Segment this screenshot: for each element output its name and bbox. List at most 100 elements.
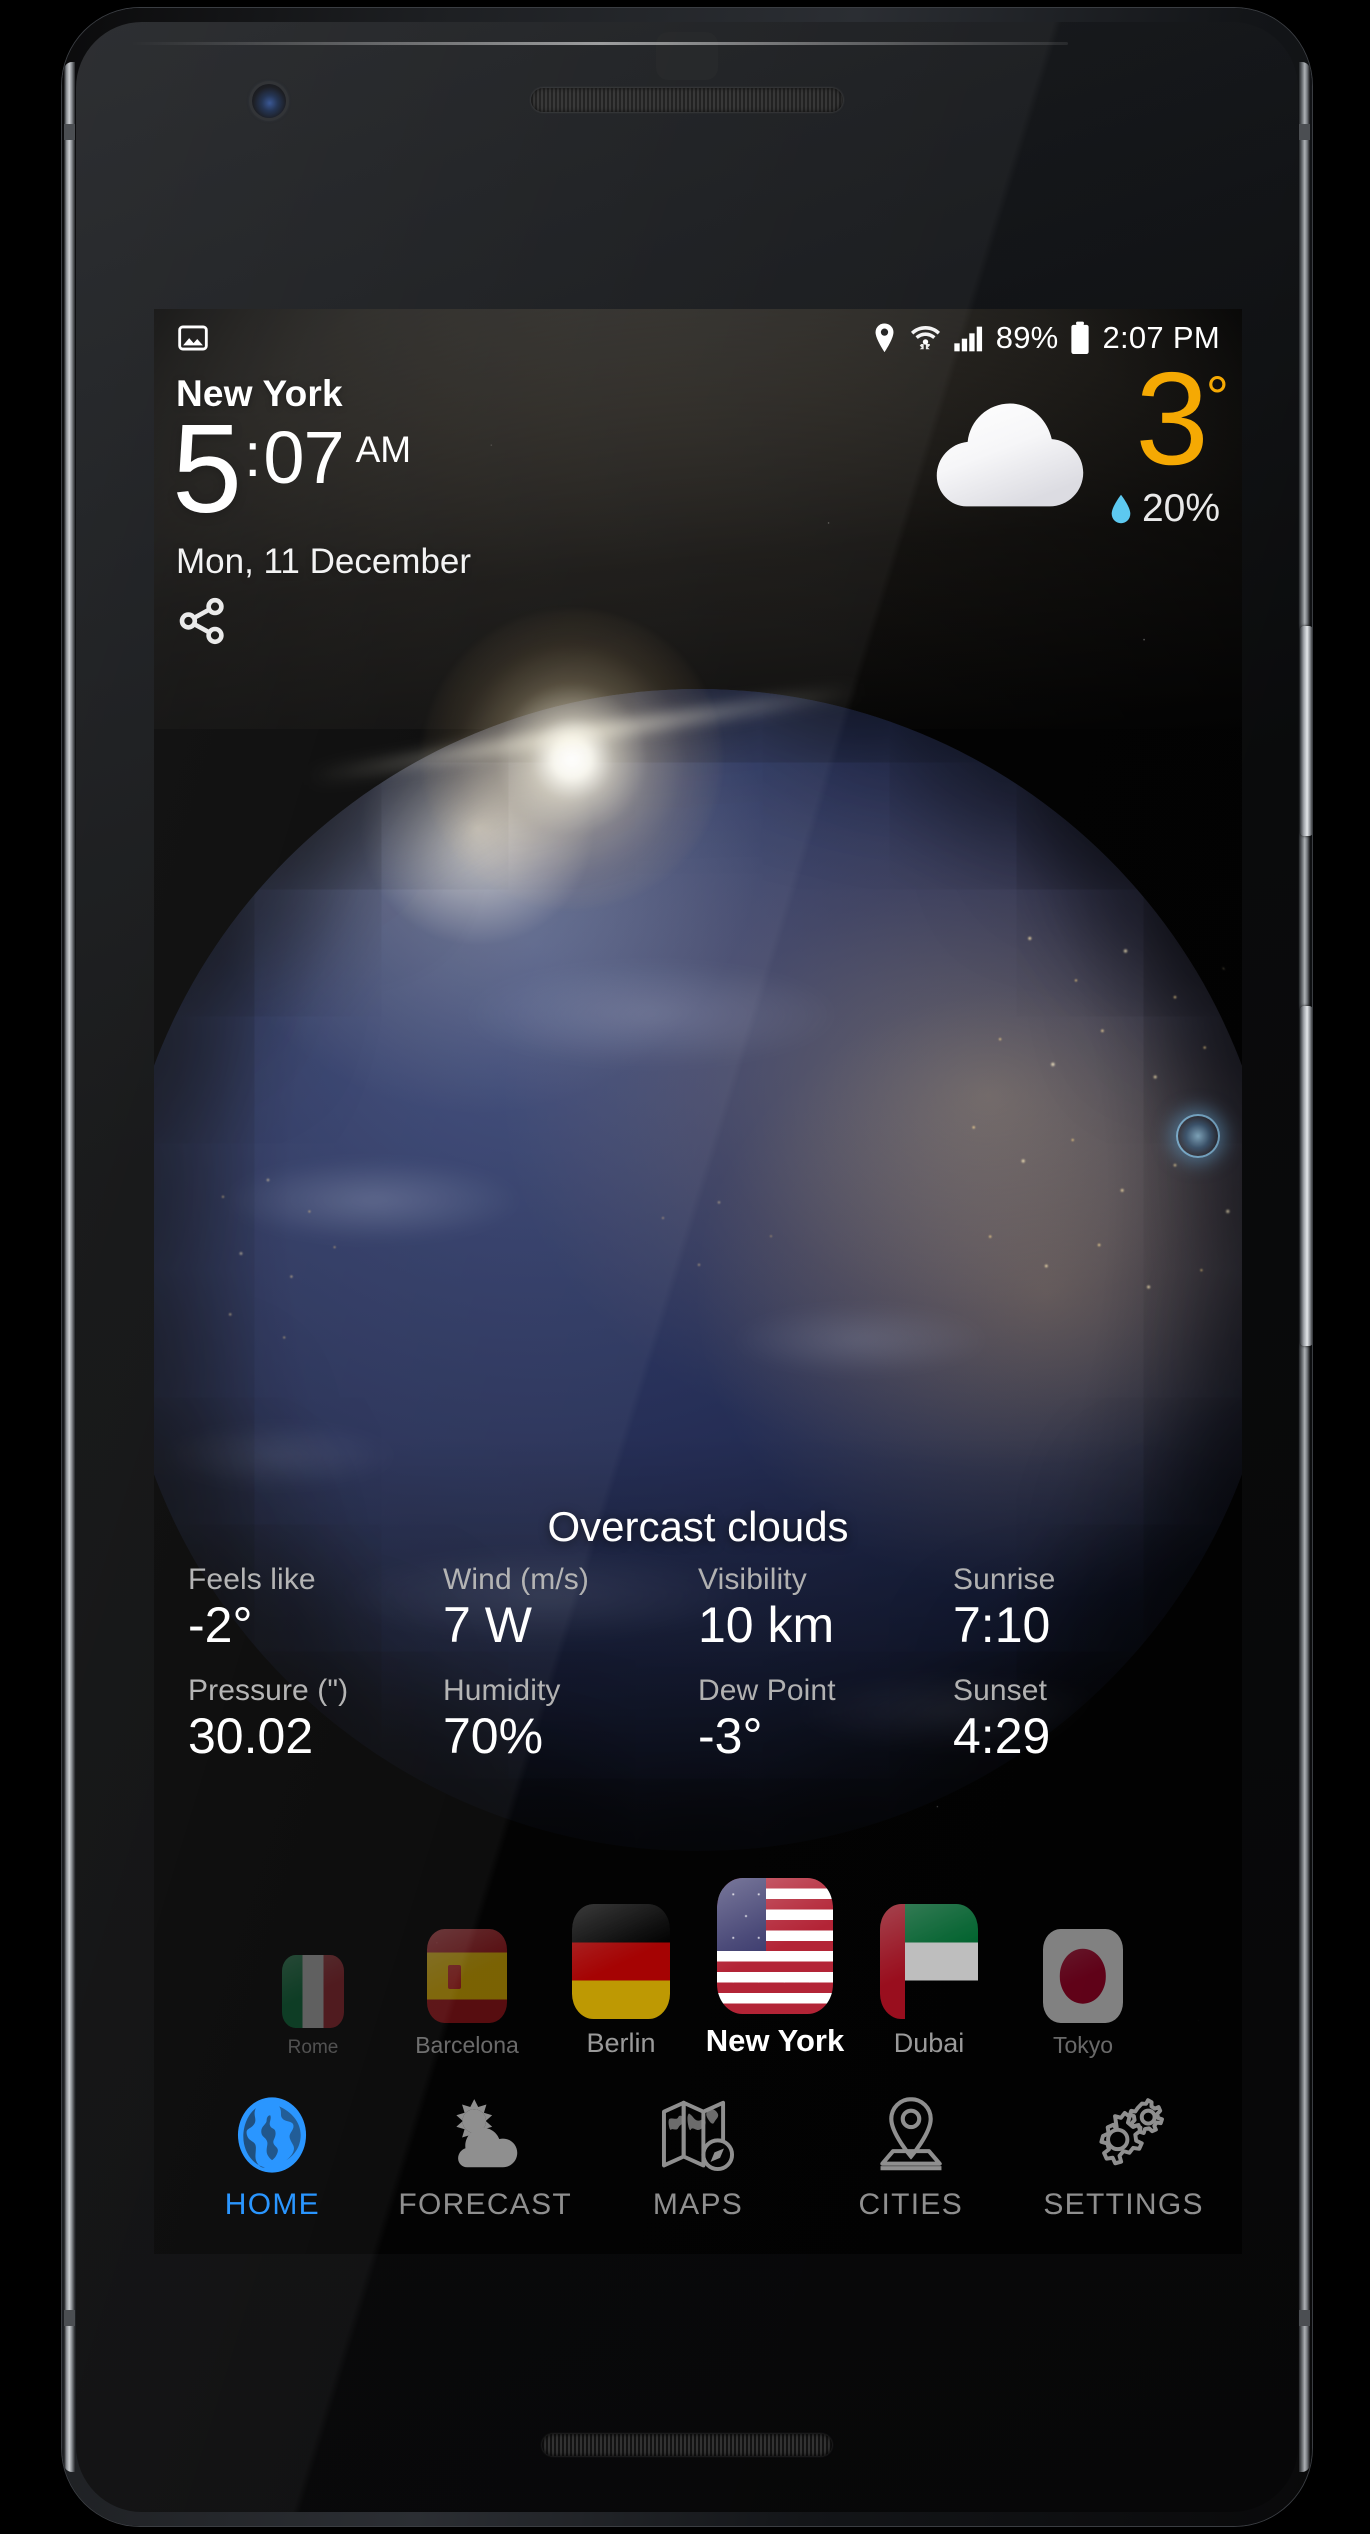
detail-value: 4:29 (953, 1708, 1051, 1764)
detail-cell: Visibility 10 km (698, 1563, 953, 1652)
nav-item-home[interactable]: HOME (182, 2092, 362, 2222)
gears-icon (1081, 2092, 1167, 2178)
detail-cell: Sunrise 7:10 (953, 1563, 1208, 1652)
temperature-number: 3 (1135, 345, 1208, 492)
notification-area (176, 321, 871, 355)
antenna-band (64, 124, 75, 140)
antenna-band (1299, 124, 1310, 140)
weather-details-grid: Feels like -2° Wind (m/s) 7 W Visibility 10 k… (154, 1563, 1242, 1763)
bottom-speaker (542, 2434, 832, 2456)
city-item-dubai[interactable]: Dubai (854, 1904, 1004, 2059)
water-drop-icon (1109, 493, 1133, 525)
city-label: Rome (287, 2037, 339, 2058)
detail-value: -3° (698, 1708, 763, 1764)
detail-value: 70% (443, 1708, 544, 1764)
precipitation-row: 20% (1109, 487, 1226, 531)
precipitation-value: 20% (1141, 487, 1220, 531)
globe-icon (229, 2092, 315, 2178)
share-icon[interactable] (176, 595, 228, 647)
current-weather: 3 ° 20% (915, 345, 1229, 531)
wifi-icon (909, 322, 942, 354)
japan-flag (1043, 1929, 1123, 2023)
map-pin-icon (868, 2092, 954, 2178)
clock-minute: 07 (263, 416, 344, 499)
city-item-rome[interactable]: Rome (238, 1955, 388, 2059)
detail-label: Pressure (") (188, 1674, 349, 1707)
proximity-sensor (656, 32, 718, 80)
nav-label: HOME (224, 2187, 320, 2221)
phone-device: 89% 2:07 PM New York 5 : 07 AM Mon, 11 D… (62, 8, 1312, 2526)
temperature-block: 3 ° 20% (1109, 345, 1229, 531)
detail-value: 7:10 (953, 1597, 1051, 1653)
nav-item-maps[interactable]: MAPS (608, 2092, 788, 2222)
big-clock: 5 : 07 AM (172, 398, 412, 539)
phone-glass-front: 89% 2:07 PM New York 5 : 07 AM Mon, 11 D… (76, 22, 1298, 2512)
city-item-tokyo[interactable]: Tokyo (1008, 1929, 1158, 2059)
detail-label: Feels like (188, 1563, 316, 1596)
cellular-signal-icon (953, 323, 985, 353)
location-pin-icon (871, 322, 898, 354)
city-carousel[interactable]: Rome Barcelona Berlin New York Dubai Tokyo (154, 1869, 1242, 2059)
nav-label: FORECAST (398, 2187, 573, 2221)
city-item-barcelona[interactable]: Barcelona (392, 1929, 542, 2059)
earpiece-speaker (531, 88, 843, 112)
antenna-band (64, 2310, 75, 2326)
detail-cell: Dew Point -3° (698, 1674, 953, 1763)
battery-percentage: 89% (995, 320, 1059, 355)
city-item-new-york[interactable]: New York (700, 1878, 850, 2059)
detail-value: 30.02 (188, 1708, 314, 1764)
nav-label: SETTINGS (1043, 2187, 1204, 2221)
bezel-highlight (131, 42, 1068, 45)
degree-symbol: ° (1205, 365, 1229, 430)
nav-label: MAPS (652, 2187, 744, 2221)
nav-item-settings[interactable]: SETTINGS (1034, 2092, 1214, 2222)
overcast-cloud-icon (915, 383, 1105, 523)
detail-label: Sunset (953, 1674, 1047, 1707)
weather-condition: Overcast clouds (547, 1503, 849, 1550)
front-camera (252, 84, 286, 118)
city-label: Berlin (586, 2028, 656, 2058)
detail-cell: Sunset 4:29 (953, 1674, 1208, 1763)
detail-label: Visibility (698, 1563, 807, 1596)
detail-value: -2° (188, 1597, 253, 1653)
image-icon (176, 321, 210, 355)
bottom-navigation: HOME FORECAST MAPS CITIES SETTINGS (154, 2059, 1242, 2254)
city-label: Dubai (893, 2028, 965, 2058)
left-side-rail (64, 62, 75, 2472)
detail-cell: Pressure (") 30.02 (188, 1674, 443, 1763)
clock-ampm: AM (355, 429, 412, 470)
volume-button[interactable] (1300, 626, 1312, 836)
usa-flag (717, 1878, 833, 2014)
city-label: Barcelona (415, 2032, 519, 2058)
italy-flag (282, 1955, 344, 2028)
sun-cloud-icon (442, 2092, 528, 2178)
spain-flag (427, 1929, 507, 2023)
uae-flag (880, 1904, 978, 2019)
date-label: Mon, 11 December (176, 542, 472, 581)
detail-label: Humidity (443, 1674, 561, 1707)
detail-cell: Humidity 70% (443, 1674, 698, 1763)
clock-colon: : (244, 421, 262, 490)
phone-screen: 89% 2:07 PM New York 5 : 07 AM Mon, 11 D… (154, 309, 1242, 2254)
detail-value: 10 km (698, 1597, 835, 1653)
status-bar: 89% 2:07 PM (154, 309, 1242, 367)
nav-item-cities[interactable]: CITIES (821, 2092, 1001, 2222)
detail-cell: Feels like -2° (188, 1563, 443, 1652)
city-label: Tokyo (1052, 2032, 1114, 2058)
city-label: New York (705, 2023, 845, 2058)
map-icon (655, 2092, 741, 2178)
detail-label: Wind (m/s) (443, 1563, 589, 1596)
detail-cell: Wind (m/s) 7 W (443, 1563, 698, 1652)
germany-flag (572, 1904, 670, 2019)
clock-hour: 5 (172, 398, 242, 539)
detail-label: Sunrise (953, 1563, 1056, 1596)
nav-label: CITIES (858, 2187, 964, 2221)
antenna-band (1299, 2310, 1310, 2326)
battery-icon (1069, 321, 1091, 355)
detail-label: Dew Point (698, 1674, 836, 1707)
power-button[interactable] (1300, 1006, 1312, 1346)
city-item-berlin[interactable]: Berlin (546, 1904, 696, 2059)
detail-value: 7 W (443, 1597, 532, 1653)
nav-item-forecast[interactable]: FORECAST (395, 2092, 575, 2222)
temperature-value: 3 ° (1109, 345, 1229, 492)
